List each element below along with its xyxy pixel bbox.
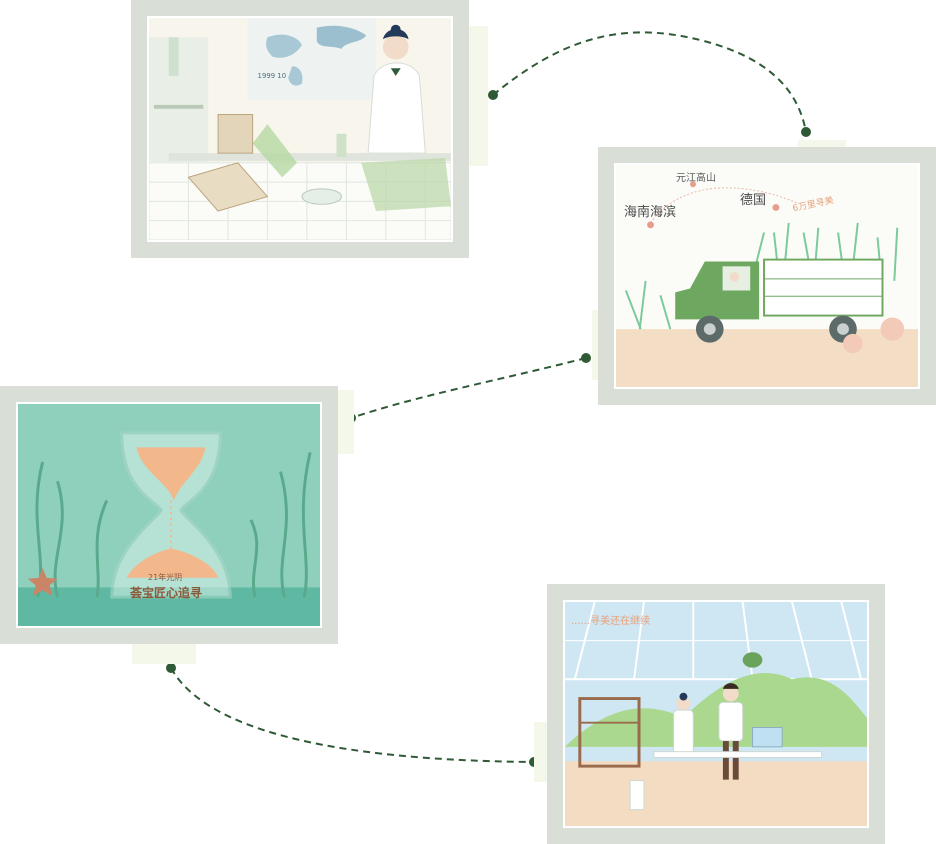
illustration-card-journey: 元江高山 海南海滨 德国 6万里寻美 [598, 147, 936, 405]
path-dot [488, 90, 498, 100]
greenhouse-caption: ......寻美还在继续 [571, 616, 651, 627]
place-label-germany: 德国 [740, 193, 767, 208]
greenhouse-scene-image [565, 602, 867, 826]
illustration-card-lab: 1999 10 [131, 0, 469, 258]
journey-scene-image [616, 165, 918, 387]
hourglass-caption-large: 荟宝匠心追寻 [130, 586, 203, 600]
map-note: 1999 10 [258, 72, 287, 80]
path-dot [801, 127, 811, 137]
illustration-card-hourglass: 21年光阴 荟宝匠心追寻 [0, 386, 338, 644]
path-dot [581, 353, 591, 363]
path-dot [166, 663, 176, 673]
place-label-yuanjiang: 元江高山 [676, 173, 716, 184]
hourglass-caption-small: 21年光阴 [148, 573, 183, 582]
place-label-hainan: 海南海滨 [624, 205, 677, 220]
lab-scene-image: 1999 10 [149, 18, 451, 240]
illustration-card-greenhouse: ......寻美还在继续 [547, 584, 885, 844]
